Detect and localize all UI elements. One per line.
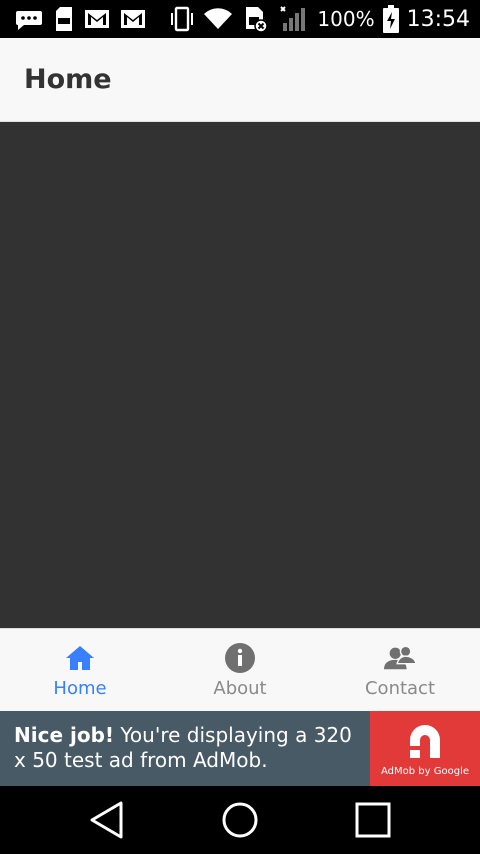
tab-contact[interactable]: Contact — [320, 629, 480, 711]
app-toolbar: Home — [0, 38, 480, 122]
tab-contact-label: Contact — [364, 677, 436, 699]
signal-icon — [279, 6, 309, 32]
chat-icon — [14, 6, 44, 32]
home-circle-icon — [222, 802, 258, 838]
back-button[interactable] — [77, 790, 137, 850]
back-icon — [90, 801, 123, 839]
gmail-icon — [84, 6, 110, 32]
admob-icon — [410, 725, 440, 758]
page-title: Home — [24, 64, 112, 95]
clock: 13:54 — [406, 6, 470, 32]
admob-caption: AdMob by Google — [381, 766, 469, 777]
system-nav-bar — [0, 786, 480, 854]
tab-home[interactable]: Home — [0, 629, 160, 711]
battery-charging-icon — [382, 5, 399, 33]
notification-icons — [14, 6, 146, 32]
sd-card-icon — [54, 6, 74, 32]
home-nav-button[interactable] — [210, 790, 270, 850]
wifi-icon — [203, 6, 233, 32]
tab-bar: Home About Contact — [0, 628, 480, 711]
recents-button[interactable] — [343, 790, 403, 850]
info-icon — [224, 642, 256, 674]
status-bar: 100% 13:54 — [0, 0, 480, 38]
contacts-icon — [384, 642, 416, 674]
tab-about-label: About — [213, 677, 267, 699]
recents-icon — [355, 802, 391, 838]
system-icons: 100% 13:54 — [169, 5, 470, 33]
ad-banner[interactable]: Nice job! You're displaying a 320 x 50 t… — [0, 711, 480, 786]
sim-off-icon — [241, 6, 271, 33]
gmail-icon — [120, 6, 146, 32]
ad-text: Nice job! You're displaying a 320 x 50 t… — [0, 711, 370, 786]
ad-headline: Nice job! — [14, 723, 115, 747]
tab-about[interactable]: About — [160, 629, 320, 711]
home-icon — [64, 642, 96, 674]
battery-percent: 100% — [317, 7, 375, 31]
admob-logo: AdMob by Google — [370, 711, 480, 786]
tab-home-label: Home — [53, 677, 107, 699]
content-area — [0, 122, 480, 628]
vibrate-icon — [169, 6, 195, 32]
